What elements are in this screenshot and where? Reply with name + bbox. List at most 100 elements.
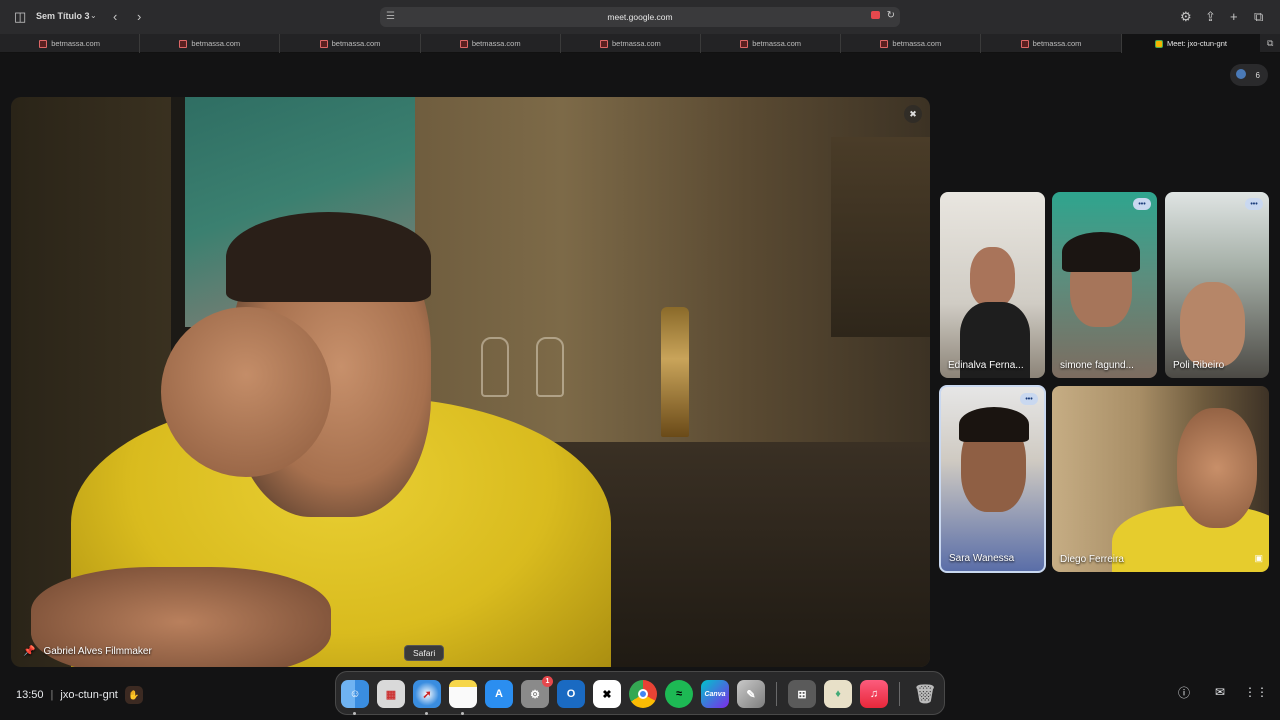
picture-in-picture-icon[interactable]: ▣: [1254, 553, 1263, 564]
tab-label: betmassa.com: [1032, 39, 1082, 48]
tab[interactable]: betmassa.com: [421, 34, 561, 53]
calculator-icon[interactable]: ⊞: [788, 680, 816, 708]
participant-tile[interactable]: ••• Sara Wanessa: [939, 385, 1046, 573]
meeting-details-icon[interactable]: ⓘ: [1176, 684, 1192, 700]
favicon-icon: [179, 39, 188, 48]
chrome-icon[interactable]: [629, 680, 657, 708]
main-video-tile[interactable]: ✖ 📌 Gabriel Alves Filmmaker: [11, 97, 930, 667]
participant-name: simone fagund...: [1060, 360, 1134, 371]
new-tab-icon[interactable]: +: [1230, 9, 1238, 24]
tab-overview-icon[interactable]: ⧉: [1254, 9, 1263, 25]
favicon-icon: [880, 39, 889, 48]
favicon-icon: [1020, 39, 1029, 48]
tab-label: betmassa.com: [612, 39, 661, 48]
participants-chip[interactable]: 6: [1230, 64, 1268, 86]
chevron-down-icon[interactable]: ⌄: [90, 11, 97, 20]
trash-icon[interactable]: 🗑: [911, 680, 939, 708]
forward-icon[interactable]: ›: [137, 9, 141, 24]
chat-icon[interactable]: ✉: [1212, 684, 1228, 700]
video-background: [831, 137, 930, 337]
participant-tile[interactable]: Diego Ferreira ▣: [1052, 386, 1269, 572]
meeting-code: jxo-ctun-gnt: [60, 689, 118, 701]
system-settings-icon[interactable]: ⚙ 1: [521, 676, 553, 708]
raise-hand-icon[interactable]: ✋: [124, 686, 143, 704]
favicon-icon: [600, 39, 609, 48]
main-speaker-label: Gabriel Alves Filmmaker: [43, 646, 152, 657]
tab-label: betmassa.com: [51, 39, 100, 48]
share-icon[interactable]: ⇪: [1205, 9, 1216, 25]
tab-label: betmassa.com: [191, 39, 241, 48]
favicon-icon: [39, 39, 48, 48]
address-bar[interactable]: ☰ meet.google.com ↻: [380, 7, 900, 27]
tab[interactable]: betmassa.com: [701, 34, 842, 53]
tab[interactable]: betmassa.com: [561, 34, 702, 53]
tab-active[interactable]: Meet: jxo-ctun-gnt: [1121, 34, 1261, 53]
canva-icon[interactable]: Canva: [701, 680, 729, 708]
participant-video: [970, 247, 1015, 307]
speaking-indicator-icon: •••: [1245, 198, 1263, 210]
settings-gear-icon[interactable]: ⚙: [1180, 9, 1192, 25]
back-icon[interactable]: ‹: [113, 9, 117, 24]
pin-icon[interactable]: 📌: [23, 646, 35, 657]
tab-label: betmassa.com: [471, 39, 521, 48]
tab-bar: betmassa.com betmassa.com betmassa.com betm…: [0, 34, 1280, 53]
preview-icon[interactable]: ✎: [737, 680, 765, 708]
separator: |: [50, 689, 54, 701]
tab-label: Meet: jxo-ctun-gnt: [1166, 39, 1227, 48]
macos-dock: ☺ ▦ ➚ A ⚙ 1 O ✖ ≈ Canva ✎ ⊞ ♦ ♫ 🗑: [335, 671, 945, 715]
app-store-icon[interactable]: A: [485, 680, 513, 708]
meeting-side-controls: ⓘ ✉ ⋮⋮: [1176, 684, 1268, 700]
speaking-indicator-icon: •••: [1133, 198, 1151, 210]
launchpad-icon[interactable]: ▦: [377, 680, 405, 708]
running-indicator: [425, 712, 428, 715]
camera-in-use-icon[interactable]: [871, 11, 880, 19]
safari-icon[interactable]: ➚: [413, 680, 441, 708]
reload-icon[interactable]: ↻: [887, 10, 895, 21]
participant-tile[interactable]: Edinalva Ferna...: [940, 192, 1045, 378]
running-indicator: [461, 712, 464, 715]
mic-off-icon: ✖: [904, 105, 922, 123]
dock-separator: [776, 682, 777, 706]
tab-close-icon[interactable]: ⧉: [1260, 34, 1280, 52]
tab-label: betmassa.com: [331, 39, 381, 48]
spotify-icon[interactable]: ≈: [665, 680, 693, 708]
video-background: [661, 307, 689, 437]
finder-icon[interactable]: ☺: [341, 680, 369, 708]
speaker-video: [226, 212, 431, 302]
video-background: [536, 337, 564, 397]
running-indicator: [353, 712, 356, 715]
participant-count: 6: [1255, 70, 1260, 80]
music-icon[interactable]: ♫: [860, 680, 888, 708]
tab[interactable]: betmassa.com: [140, 34, 281, 53]
tab[interactable]: betmassa.com: [841, 34, 982, 53]
activities-grid-icon[interactable]: ⋮⋮: [1244, 684, 1268, 700]
participant-tile[interactable]: ••• simone fagund...: [1052, 192, 1157, 378]
speaking-indicator-icon: •••: [1020, 393, 1038, 405]
favicon-icon: [459, 39, 468, 48]
browser-toolbar: ◫ Sem Título 3 ⌄ ‹ › ☰ meet.google.com ↻…: [0, 0, 1280, 34]
speaker-video: [161, 307, 331, 477]
participant-video: [959, 407, 1029, 442]
favicon-icon: [740, 39, 749, 48]
sidebar-toggle-icon[interactable]: ◫: [14, 9, 26, 25]
canva-label: Canva: [704, 690, 726, 698]
participant-video: [1180, 282, 1245, 367]
keka-icon[interactable]: ♦: [824, 680, 852, 708]
tab-label: betmassa.com: [752, 39, 801, 48]
favicon-icon: [1154, 39, 1163, 48]
notes-icon[interactable]: [449, 680, 477, 708]
meeting-time: 13:50: [16, 689, 44, 701]
participant-name: Poli Ribeiro: [1173, 360, 1225, 371]
outlook-icon[interactable]: O: [557, 680, 585, 708]
dock-separator: [899, 682, 900, 706]
participant-name: Diego Ferreira: [1060, 554, 1124, 565]
capcut-icon[interactable]: ✖: [593, 680, 621, 708]
participant-name: Edinalva Ferna...: [948, 360, 1024, 371]
tab[interactable]: betmassa.com: [280, 34, 421, 53]
tab[interactable]: betmassa.com: [981, 34, 1122, 53]
notification-badge: 1: [542, 676, 553, 687]
participant-tile[interactable]: ••• Poli Ribeiro: [1165, 192, 1269, 378]
window-title[interactable]: Sem Título 3: [36, 11, 90, 21]
url-text: meet.google.com: [607, 12, 673, 22]
tab[interactable]: betmassa.com: [0, 34, 141, 53]
